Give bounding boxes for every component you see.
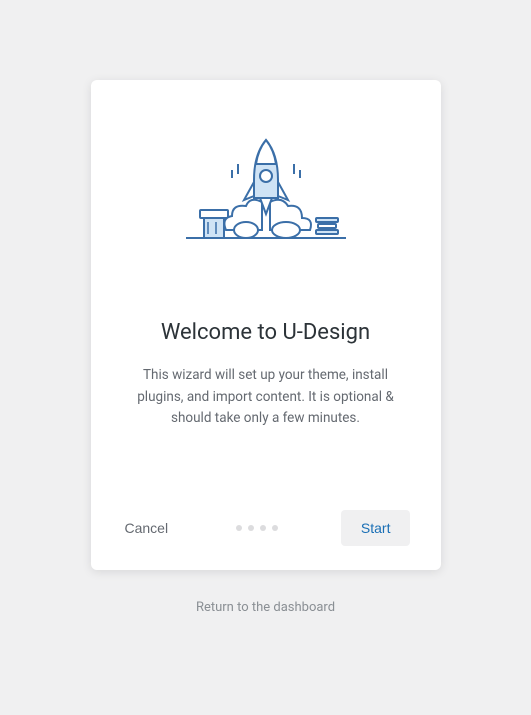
step-dot [260,525,266,531]
return-to-dashboard-link[interactable]: Return to the dashboard [196,600,335,615]
rocket-launch-icon [176,130,356,260]
step-dot [272,525,278,531]
step-dot [236,525,242,531]
step-indicator [236,525,278,531]
wizard-title: Welcome to U-Design [121,320,411,345]
start-button[interactable]: Start [341,510,411,546]
wizard-card: Welcome to U-Design This wizard will set… [91,80,441,570]
cancel-button[interactable]: Cancel [121,512,173,544]
wizard-description: This wizard will set up your theme, inst… [121,365,411,430]
wizard-footer: Cancel Start [121,510,411,546]
step-dot [248,525,254,531]
rocket-illustration [121,130,411,260]
